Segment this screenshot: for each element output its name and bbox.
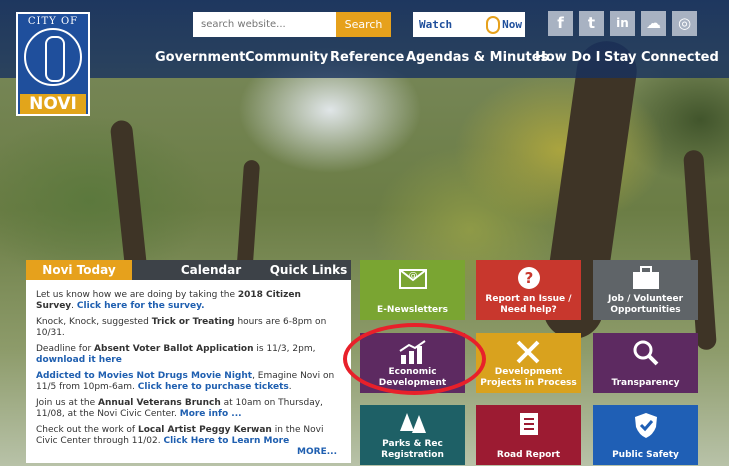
tab-calendar[interactable]: Calendar [156,260,266,280]
trees-icon [360,411,465,441]
tab-novi-today[interactable]: Novi Today [26,260,132,280]
search-button[interactable]: Search [336,12,391,37]
now-label: Now [502,18,522,31]
news-item: Addicted to Movies Not Drugs Movie Night… [36,371,335,392]
tile-label: E-Newsletters [377,305,448,315]
movie-night-link[interactable]: Addicted to Movies Not Drugs Movie Night [36,371,252,381]
novi-today-news-panel: Let us know how we are doing by taking t… [26,280,351,463]
facebook-icon[interactable]: f [548,11,573,36]
nav-agendas-minutes[interactable]: Agendas & Minutes [406,50,548,65]
nav-how-do-i[interactable]: How Do I [535,50,600,65]
tile-development-projects[interactable]: Development Projects in Process [476,333,581,393]
tile-label: Transparency [611,378,680,388]
ballot-download-link[interactable]: download it here [36,355,122,365]
tile-job-volunteer[interactable]: Job / Volunteer Opportunities [593,260,698,320]
question-bubble-icon: ? [476,266,581,296]
tools-icon [476,339,581,369]
nav-reference[interactable]: Reference [330,50,404,65]
news-more-link[interactable]: MORE... [297,447,337,457]
svg-text:@: @ [408,271,417,281]
magnifier-icon [593,339,698,371]
watch-novi-now-banner[interactable]: Watch Now [413,12,525,37]
news-item: Check out the work of Local Artist Peggy… [36,425,324,446]
shield-check-icon [593,411,698,443]
tile-parks-rec[interactable]: Parks & Rec Registration [360,405,465,465]
novi-tv-six-icon [486,16,501,34]
tile-public-safety[interactable]: Public Safety [593,405,698,465]
linkedin-icon[interactable]: in [610,11,635,36]
logo-novi-text: NOVI [20,94,86,114]
purchase-tickets-link[interactable]: Click here to purchase tickets [138,382,289,392]
briefcase-icon [593,266,698,294]
tile-label: Road Report [496,450,561,460]
city-of-novi-logo[interactable]: CITY OF NOVI [16,12,90,116]
chat-icon[interactable]: ☁ [641,11,666,36]
tile-report-an-issue[interactable]: ? Report an Issue / Need help? [476,260,581,320]
tile-label: Public Safety [612,450,679,460]
tile-label: Report an Issue / Need help? [485,294,572,315]
tile-label: Job / Volunteer Opportunities [607,294,684,315]
tile-e-newsletters[interactable]: @ E-Newsletters [360,260,465,320]
news-tabs: Novi Today Calendar Quick Links [26,260,351,280]
nav-stay-connected[interactable]: Stay Connected [604,50,719,65]
news-item: Knock, Knock, suggested Trick or Treatin… [36,317,327,338]
instagram-icon[interactable]: ◎ [672,11,697,36]
logo-seal-icon [24,28,82,86]
news-item: Join us at the Annual Veterans Brunch at… [36,398,323,419]
nav-government[interactable]: Government [155,50,245,65]
artist-learn-more-link[interactable]: Click Here to Learn More [163,436,289,446]
twitter-icon[interactable]: t [579,11,604,36]
tile-label: Parks & Rec Registration [381,439,444,460]
watch-label: Watch [419,18,453,31]
nav-community[interactable]: Community [245,50,328,65]
list-document-icon [476,411,581,441]
logo-city-of-text: CITY OF [27,16,79,27]
news-item: Deadline for Absent Voter Ballot Applica… [36,344,316,365]
tile-transparency[interactable]: Transparency [593,333,698,393]
search-input[interactable] [193,12,336,37]
survey-link[interactable]: Click here for the survey. [77,301,205,311]
tab-quick-links[interactable]: Quick Links [266,260,351,280]
tile-label: Development Projects in Process [480,367,577,388]
tile-road-report[interactable]: Road Report [476,405,581,465]
brunch-more-info-link[interactable]: More info ... [180,409,242,419]
envelope-icon: @ [360,266,465,294]
highlight-circle-annotation [343,323,486,395]
news-item: Let us know how we are doing by taking t… [36,290,301,311]
svg-text:?: ? [524,269,533,287]
